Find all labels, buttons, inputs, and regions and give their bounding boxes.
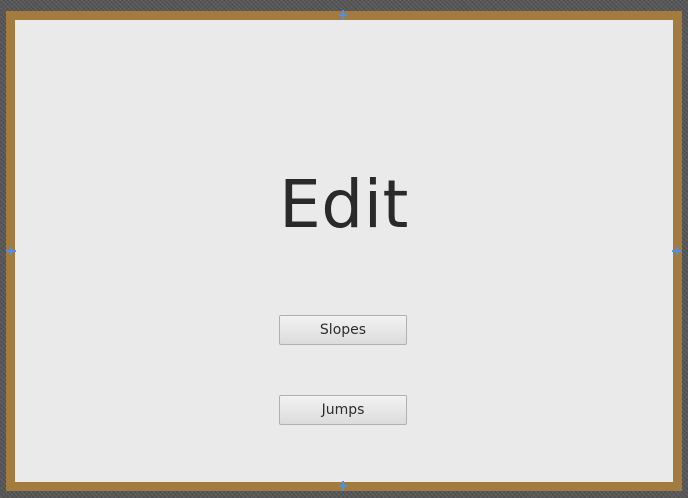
jumps-button[interactable]: Jumps (279, 395, 407, 425)
edit-screen: Edit Slopes Jumps (15, 20, 673, 482)
slopes-button[interactable]: Slopes (279, 315, 407, 345)
screen-title: Edit (279, 166, 409, 243)
